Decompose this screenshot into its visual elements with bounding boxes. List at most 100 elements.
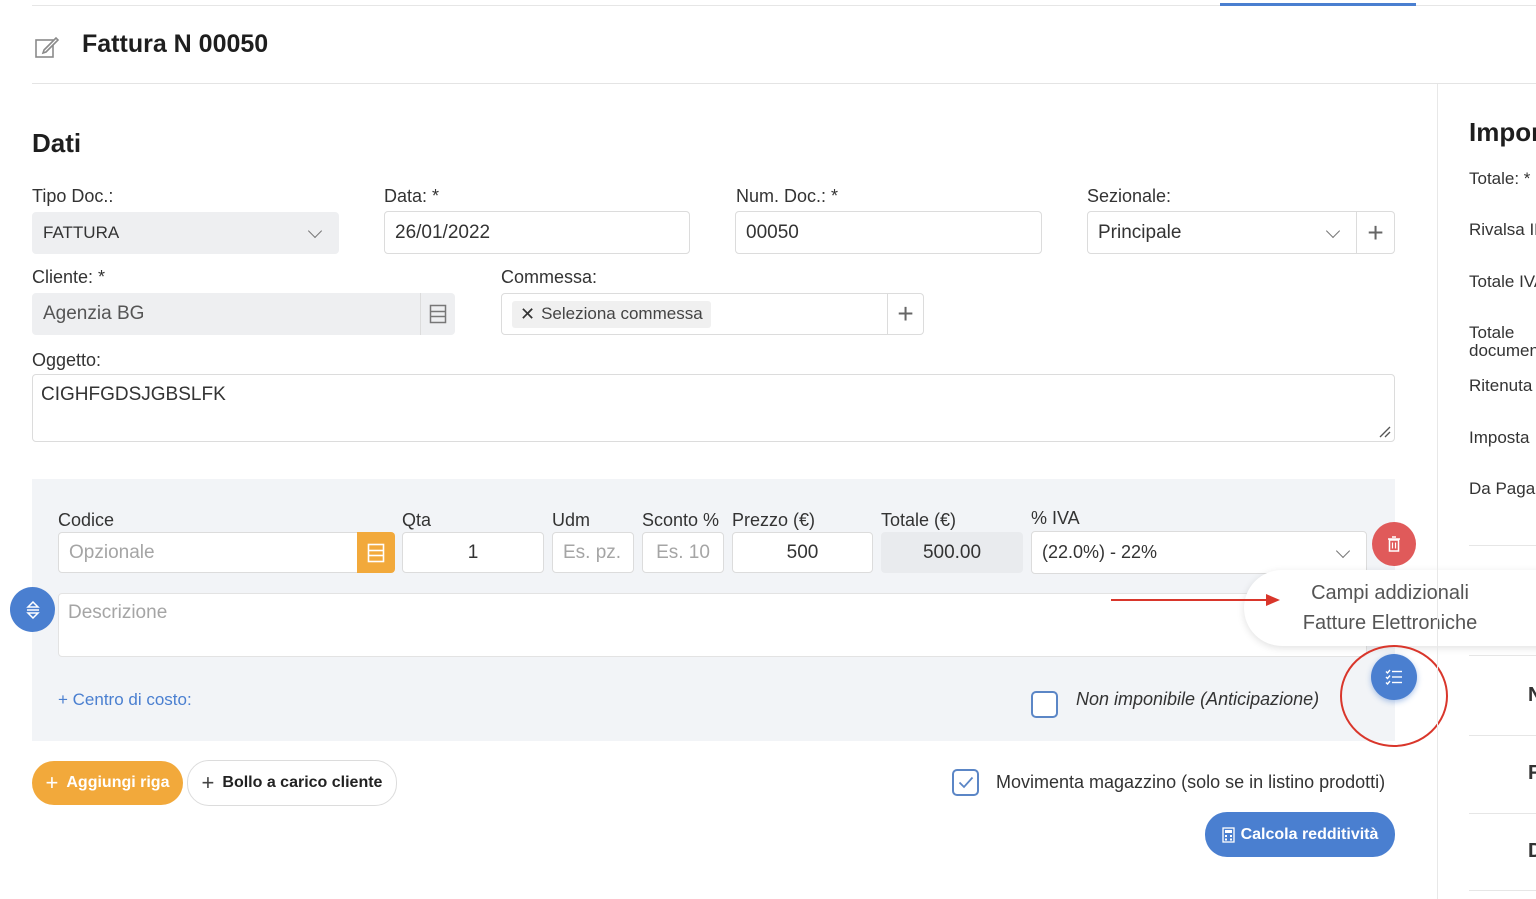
oggetto-value: CIGHFGDSJGBSLFK — [41, 384, 226, 405]
iva-value: (22.0%) - 22% — [1042, 542, 1158, 562]
qta-header: Qta — [402, 510, 432, 530]
trash-icon — [1388, 536, 1400, 552]
bollo-label: Bollo a carico cliente — [222, 774, 383, 791]
sezionale-value: Principale — [1098, 221, 1182, 243]
add-sezionale-button[interactable]: + — [1356, 211, 1395, 254]
centro-costo-link[interactable]: + Centro di costo: — [58, 690, 192, 710]
sezionale-label: Sezionale: — [1087, 186, 1172, 206]
tipo-doc-value: FATTURA — [43, 223, 120, 242]
sidebar-item-totale: Totale: * — [1469, 169, 1531, 188]
sidebar-item-rivalsa: Rivalsa IN — [1469, 220, 1536, 239]
num-doc-input[interactable]: 00050 — [735, 211, 1042, 254]
plus-icon: + — [45, 770, 59, 795]
tooltip-line-1: Campi addizionali — [1311, 582, 1469, 604]
iva-select[interactable]: (22.0%) - 22% — [1031, 531, 1367, 574]
chevron-down-icon — [1325, 223, 1341, 238]
add-commessa-button[interactable]: + — [887, 293, 924, 335]
add-row-label: Aggiungi riga — [66, 774, 170, 791]
check-icon — [958, 776, 973, 789]
oggetto-textarea[interactable]: CIGHFGDSJGBSLFK — [32, 374, 1395, 442]
descrizione-placeholder: Descrizione — [68, 602, 168, 623]
num-doc-label: Num. Doc.: * — [736, 186, 839, 206]
sidebar-divider-3 — [1469, 735, 1536, 736]
sidebar-divider-1 — [1469, 545, 1536, 546]
movimenta-label: Movimenta magazzino (solo se in listino … — [996, 772, 1386, 792]
sconto-input[interactable]: Es. 10 — [642, 532, 724, 573]
sidebar-divider-2 — [1469, 655, 1536, 656]
udm-input[interactable]: Es. pz. — [552, 532, 634, 573]
sidebar-divider-4 — [1469, 813, 1536, 814]
prezzo-header: Prezzo (€) — [732, 510, 816, 530]
codice-input[interactable]: Opzionale — [58, 532, 358, 573]
plus-icon: + — [897, 298, 914, 329]
edit-icon — [34, 34, 60, 60]
sconto-header: Sconto % — [642, 510, 720, 530]
add-row-button[interactable]: + Aggiungi riga — [32, 761, 183, 805]
sidebar-title: Impor — [1469, 117, 1536, 147]
additional-fields-button[interactable] — [1371, 654, 1417, 700]
sidebar-letter-n: N — [1528, 684, 1536, 706]
commessa-chip[interactable]: ✕ Seleziona commessa — [512, 300, 711, 328]
cliente-label: Cliente: * — [32, 267, 106, 287]
cliente-list-button[interactable] — [420, 293, 455, 335]
udm-header: Udm — [552, 510, 591, 530]
list-icon — [367, 543, 385, 562]
codice-list-button[interactable] — [357, 532, 395, 573]
commessa-value: Seleziona commessa — [541, 304, 703, 323]
additional-fields-tooltip: Campi addizionali Fatture Elettroniche — [1244, 570, 1536, 646]
data-label: Data: * — [384, 186, 440, 206]
checklist-icon — [1385, 669, 1402, 685]
tipo-doc-select[interactable]: FATTURA — [32, 212, 339, 254]
sidebar-letter-d: D — [1528, 840, 1536, 862]
totale-field: 500.00 — [881, 532, 1023, 573]
sidebar-item-documento: documen — [1469, 341, 1536, 360]
sidebar-letter-f: F — [1528, 762, 1536, 784]
active-tab-indicator — [1220, 3, 1416, 6]
close-icon[interactable]: ✕ — [520, 304, 535, 325]
codice-placeholder: Opzionale — [69, 541, 155, 563]
sidebar-item-totale-iva: Totale IVA — [1469, 272, 1536, 291]
data-input[interactable]: 26/01/2022 — [384, 211, 690, 254]
commessa-label: Commessa: — [501, 267, 598, 287]
plus-icon: + — [1367, 216, 1384, 248]
totale-header: Totale (€) — [881, 510, 957, 530]
sezionale-select[interactable]: Principale — [1087, 211, 1357, 254]
non-imponibile-checkbox[interactable] — [1031, 691, 1058, 718]
reorder-icon — [25, 600, 40, 619]
iva-header: % IVA — [1031, 508, 1080, 528]
calcola-redditivita-button[interactable]: Calcola redditività — [1205, 812, 1395, 857]
prezzo-value: 500 — [786, 541, 819, 563]
calcola-label: Calcola redditività — [1240, 825, 1379, 843]
resize-handle-icon[interactable] — [1379, 426, 1391, 438]
sconto-placeholder: Es. 10 — [656, 541, 710, 563]
annotation-arrow — [1111, 594, 1280, 606]
cliente-value: Agenzia BG — [43, 303, 145, 324]
chevron-down-icon — [1335, 543, 1351, 558]
oggetto-label: Oggetto: — [32, 350, 102, 370]
prezzo-input[interactable]: 500 — [732, 532, 873, 573]
page-title: Fattura N 00050 — [82, 30, 269, 58]
qta-value: 1 — [467, 541, 479, 563]
header-divider — [32, 83, 1536, 84]
qta-input[interactable]: 1 — [402, 532, 544, 573]
sidebar-divider-5 — [1469, 890, 1536, 891]
list-icon — [429, 304, 447, 324]
num-doc-value: 00050 — [746, 221, 799, 243]
commessa-select[interactable]: ✕ Seleziona commessa — [501, 293, 888, 335]
sidebar-divider — [1437, 84, 1438, 899]
cliente-input[interactable]: Agenzia BG — [32, 293, 421, 335]
plus-icon: + — [201, 770, 215, 795]
tooltip-line-2: Fatture Elettroniche — [1302, 612, 1478, 634]
delete-row-button[interactable] — [1372, 522, 1416, 566]
movimenta-checkbox[interactable] — [952, 769, 979, 796]
codice-header: Codice — [58, 510, 115, 530]
bollo-button[interactable]: + Bollo a carico cliente — [187, 760, 397, 806]
sidebar-item-imposta: Imposta — [1469, 428, 1530, 447]
reorder-row-button[interactable] — [10, 587, 55, 632]
udm-placeholder: Es. pz. — [563, 541, 622, 563]
sidebar-item-totale-doc: Totale — [1469, 323, 1515, 342]
non-imponibile-label: Non imponibile (Anticipazione) — [1076, 689, 1320, 709]
tipo-doc-label: Tipo Doc.: — [32, 186, 114, 206]
chevron-down-icon — [307, 223, 323, 239]
sidebar-item-ritenuta: Ritenuta — [1469, 376, 1533, 395]
